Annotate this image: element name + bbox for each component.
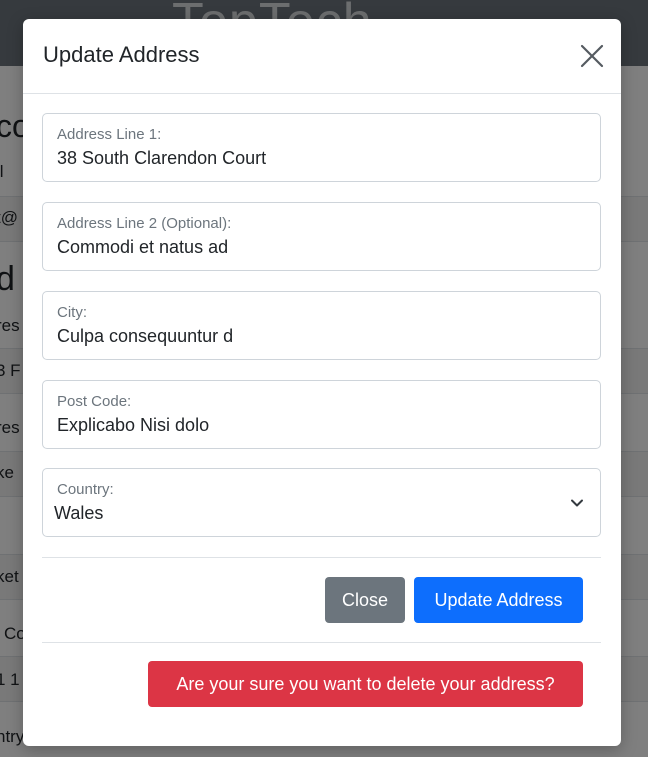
address-line-1-value[interactable]: 38 South Clarendon Court bbox=[57, 148, 266, 169]
address-line-2-label: Address Line 2 (Optional): bbox=[57, 215, 232, 232]
address-line-1-label: Address Line 1: bbox=[57, 126, 162, 143]
update-address-modal: Update Address Address Line 1: 38 South … bbox=[23, 19, 621, 746]
city-field[interactable]: City: Culpa consequuntur d bbox=[42, 291, 601, 360]
modal-header: Update Address bbox=[23, 19, 621, 94]
city-value[interactable]: Culpa consequuntur d bbox=[57, 326, 233, 347]
post-code-field[interactable]: Post Code: Explicabo Nisi dolo bbox=[42, 380, 601, 449]
close-icon[interactable] bbox=[579, 43, 605, 69]
close-button[interactable]: Close bbox=[325, 577, 405, 623]
country-selected-value[interactable]: Wales bbox=[54, 503, 103, 524]
post-code-value[interactable]: Explicabo Nisi dolo bbox=[57, 415, 209, 436]
delete-address-button[interactable]: Are your sure you want to delete your ad… bbox=[148, 661, 583, 707]
country-label: Country: bbox=[57, 481, 114, 498]
modal-title: Update Address bbox=[43, 42, 200, 67]
country-select[interactable]: Country: Wales bbox=[42, 468, 601, 537]
chevron-down-icon[interactable] bbox=[569, 495, 585, 511]
city-label: City: bbox=[57, 304, 87, 321]
address-line-1-field[interactable]: Address Line 1: 38 South Clarendon Court bbox=[42, 113, 601, 182]
divider bbox=[42, 557, 601, 558]
post-code-label: Post Code: bbox=[57, 393, 132, 410]
address-line-2-value[interactable]: Commodi et natus ad bbox=[57, 237, 228, 258]
update-address-button[interactable]: Update Address bbox=[414, 577, 583, 623]
divider bbox=[42, 642, 601, 643]
address-line-2-field[interactable]: Address Line 2 (Optional): Commodi et na… bbox=[42, 202, 601, 271]
